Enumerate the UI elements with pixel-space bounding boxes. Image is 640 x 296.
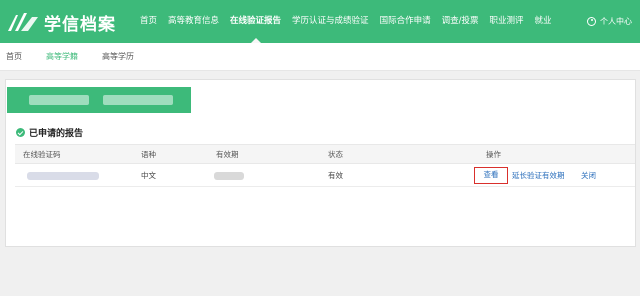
subnav-student-status[interactable]: 高等学籍 bbox=[46, 51, 78, 62]
status-cell: 有效 bbox=[328, 171, 343, 180]
subnav-home[interactable]: 首页 bbox=[6, 51, 22, 62]
table-row: 中文 有效 查看 延长验证有效期 关闭 bbox=[15, 164, 635, 187]
redacted-banner bbox=[7, 87, 191, 113]
language-cell: 中文 bbox=[141, 171, 156, 180]
column-header: 有效期 bbox=[216, 150, 239, 159]
nav-international-cooperation[interactable]: 国际合作申请 bbox=[380, 0, 431, 43]
table-header: 在线验证码 语种 有效期 状态 操作 bbox=[15, 144, 635, 164]
section-title-text: 已申请的报告 bbox=[29, 129, 84, 139]
section-title: 已申请的报告 bbox=[16, 126, 83, 139]
logo-text: 学信档案 bbox=[44, 14, 116, 35]
nav-employment[interactable]: 就业 bbox=[534, 0, 551, 43]
top-navigation-bar: 学信档案 首页 高等教育信息 在线验证报告 学历认证与成绩验证 国际合作申请 调… bbox=[0, 0, 640, 43]
close-link[interactable]: 关闭 bbox=[581, 164, 596, 187]
nav-online-verification-report[interactable]: 在线验证报告 bbox=[230, 0, 281, 43]
user-icon bbox=[587, 17, 596, 26]
logo-icon bbox=[8, 13, 38, 31]
column-header: 操作 bbox=[486, 150, 501, 159]
column-header: 状态 bbox=[328, 150, 343, 159]
nav-higher-education-info[interactable]: 高等教育信息 bbox=[168, 0, 219, 43]
redacted-text bbox=[29, 95, 89, 105]
column-header: 在线验证码 bbox=[23, 150, 61, 159]
user-center-label: 个人中心 bbox=[600, 17, 632, 26]
redacted-validity-date bbox=[214, 172, 244, 180]
nav-home[interactable]: 首页 bbox=[140, 0, 157, 43]
nav-degree-certification[interactable]: 学历认证与成绩验证 bbox=[292, 0, 369, 43]
report-table: 在线验证码 语种 有效期 状态 操作 中文 有效 查看 延长验证有效期 关闭 bbox=[15, 144, 635, 187]
column-header: 语种 bbox=[141, 150, 156, 159]
report-card: 已申请的报告 在线验证码 语种 有效期 状态 操作 中文 有效 查看 延长验证有… bbox=[5, 79, 636, 247]
extend-validity-link[interactable]: 延长验证有效期 bbox=[512, 164, 565, 187]
nav-survey-vote[interactable]: 调查/投票 bbox=[442, 0, 479, 43]
user-center[interactable]: 个人中心 bbox=[587, 0, 632, 43]
redacted-text bbox=[103, 95, 173, 105]
sub-navigation: 首页 高等学籍 高等学历 bbox=[0, 43, 640, 71]
nav-career-assessment[interactable]: 职业测评 bbox=[489, 0, 523, 43]
view-button[interactable]: 查看 bbox=[474, 167, 508, 184]
redacted-verification-code bbox=[27, 172, 99, 180]
main-nav: 首页 高等教育信息 在线验证报告 学历认证与成绩验证 国际合作申请 调查/投票 … bbox=[140, 0, 562, 43]
subnav-academic-degree[interactable]: 高等学历 bbox=[102, 51, 134, 62]
site-logo[interactable]: 学信档案 bbox=[6, 9, 116, 35]
check-circle-icon bbox=[16, 128, 25, 137]
